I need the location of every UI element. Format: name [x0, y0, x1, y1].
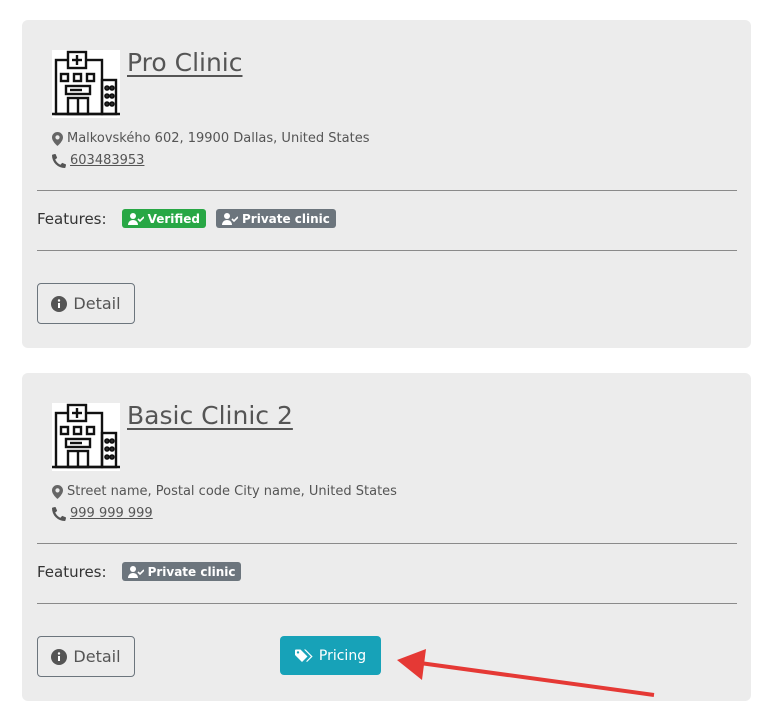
clinic-phone: 603483953 [52, 153, 144, 168]
verified-badge-label: Verified [147, 211, 200, 226]
features-label: Features: [37, 209, 107, 228]
map-marker-icon [52, 131, 63, 146]
features-row: Features: Verified Private clinic [37, 209, 336, 228]
phone-icon [52, 153, 66, 168]
features-label: Features: [37, 562, 107, 581]
detail-button-label: Detail [73, 647, 121, 666]
divider [37, 543, 737, 544]
user-check-icon [222, 212, 238, 225]
detail-button-label: Detail [73, 294, 121, 313]
private-clinic-badge: Private clinic [216, 209, 336, 228]
info-circle-icon [51, 648, 68, 665]
features-row: Features: Private clinic [37, 562, 242, 581]
private-clinic-badge-label: Private clinic [147, 564, 236, 579]
divider [37, 190, 737, 191]
detail-button[interactable]: Detail [37, 283, 135, 324]
tags-icon [294, 648, 313, 662]
clinic-address: Street name, Postal code City name, Unit… [52, 484, 397, 499]
detail-button[interactable]: Detail [37, 636, 135, 677]
divider [37, 250, 737, 251]
user-check-icon [127, 212, 144, 225]
phone-link[interactable]: 603483953 [70, 153, 144, 168]
address-text: Street name, Postal code City name, Unit… [67, 484, 397, 499]
map-marker-icon [52, 484, 63, 499]
verified-badge: Verified [121, 209, 206, 228]
clinic-title-link[interactable]: Pro Clinic [127, 48, 243, 77]
clinic-title-link[interactable]: Basic Clinic 2 [127, 401, 293, 430]
hospital-building-icon [52, 403, 120, 471]
info-circle-icon [51, 295, 68, 312]
private-clinic-badge: Private clinic [121, 562, 242, 581]
divider [37, 603, 737, 604]
user-check-icon [127, 565, 144, 578]
private-clinic-badge-label: Private clinic [242, 211, 330, 226]
clinic-address: Malkovského 602, 19900 Dallas, United St… [52, 131, 369, 146]
clinic-phone: 999 999 999 [52, 506, 153, 521]
clinic-card-basic-clinic-2: Basic Clinic 2 Street name, Postal code … [22, 373, 751, 701]
pricing-button-label: Pricing [318, 647, 367, 664]
phone-icon [52, 506, 66, 521]
clinic-card-pro-clinic: Pro Clinic Malkovského 602, 19900 Dallas… [22, 20, 751, 348]
hospital-building-icon [52, 50, 120, 118]
pricing-button[interactable]: Pricing [280, 636, 381, 675]
phone-link[interactable]: 999 999 999 [70, 506, 153, 521]
address-text: Malkovského 602, 19900 Dallas, United St… [67, 131, 370, 146]
